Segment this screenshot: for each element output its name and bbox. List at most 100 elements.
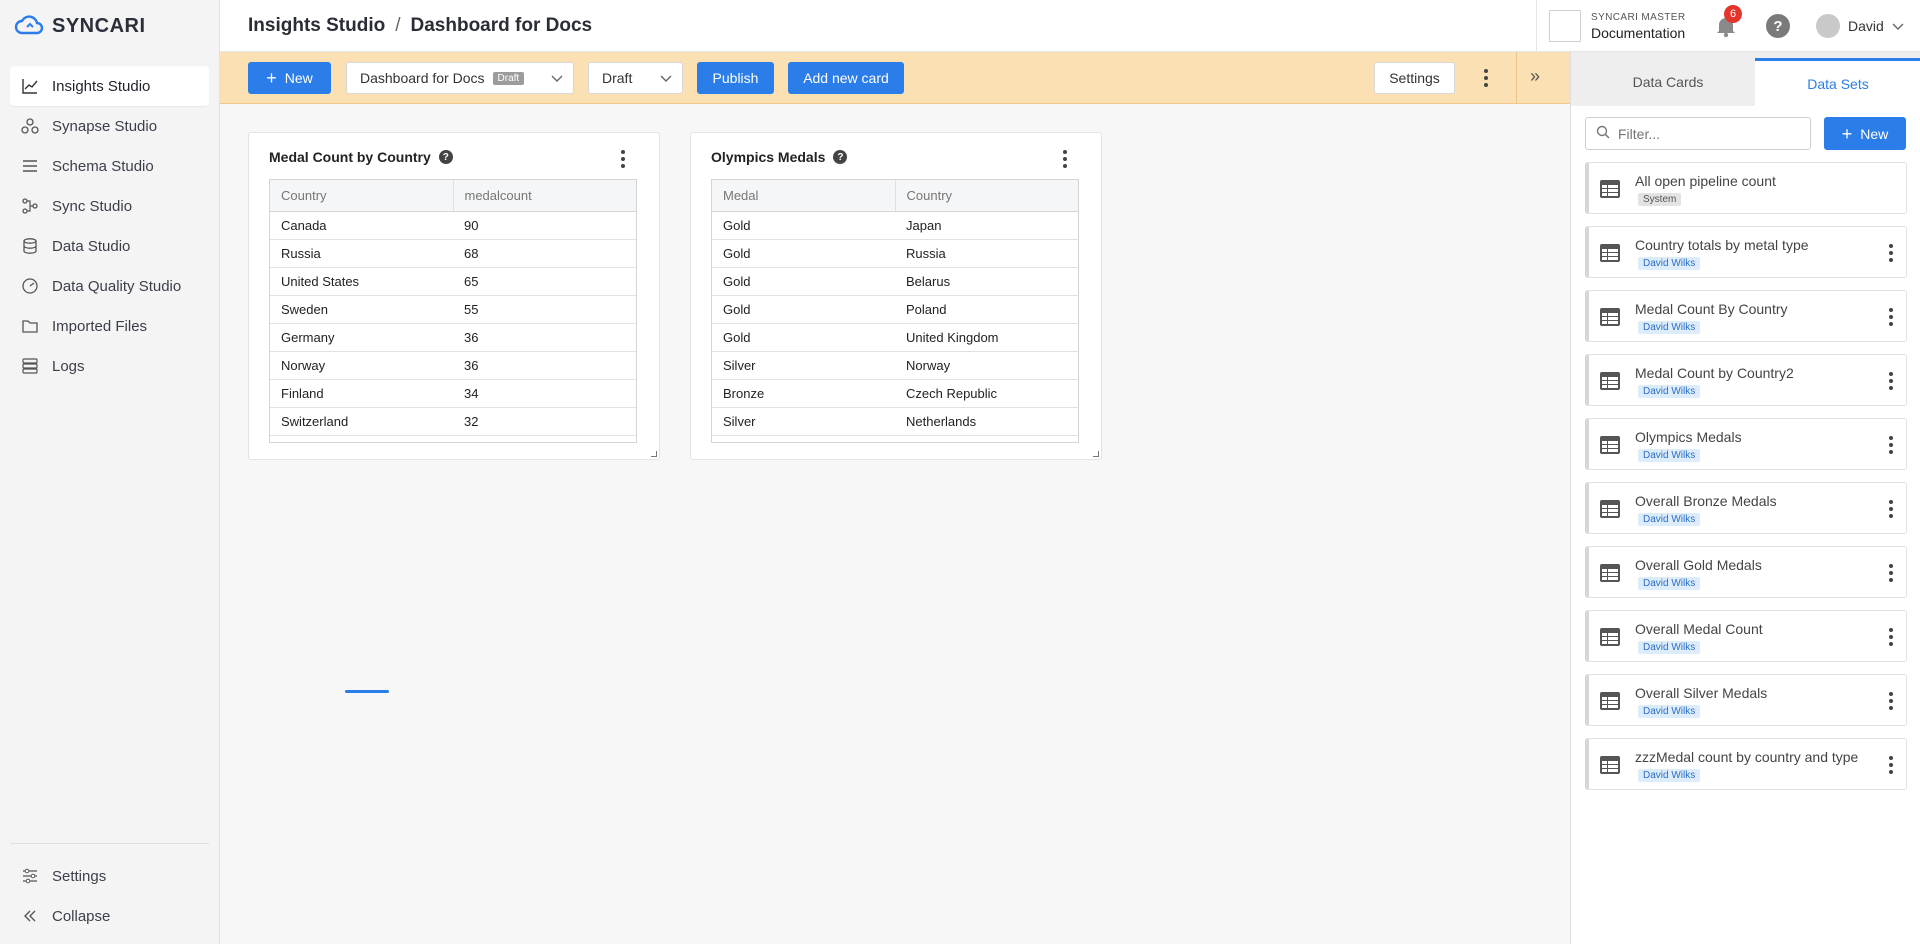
dataset-menu-icon[interactable] (1881, 305, 1901, 329)
dataset-menu-icon[interactable] (1881, 241, 1901, 265)
help-icon[interactable]: ? (438, 150, 453, 164)
dataset-list-item[interactable]: Olympics Medals David Wilks (1585, 418, 1907, 470)
plus-icon: + (1841, 123, 1853, 144)
sidebar-item-label: Insights Studio (52, 77, 151, 95)
table-row: Silver Netherlands (712, 408, 1078, 436)
tab-data-cards[interactable]: Data Cards (1585, 58, 1751, 106)
sidebar-item-data-studio[interactable]: Data Studio (10, 226, 209, 266)
sidebar-item-logs[interactable]: Logs (10, 346, 209, 386)
sidebar-item-collapse[interactable]: Collapse (10, 896, 209, 936)
column-header[interactable]: medalcount (454, 180, 637, 211)
card-menu-icon[interactable] (1055, 147, 1075, 171)
chevron-down-icon (551, 70, 563, 86)
table-cell: Gold (723, 218, 751, 233)
table-cell: 36 (464, 358, 479, 373)
dataset-list-item[interactable]: zzzMedal count by country and type David … (1585, 738, 1907, 790)
sidebar-item-settings[interactable]: Settings (10, 856, 209, 896)
column-header[interactable]: Medal (712, 180, 896, 211)
settings-button[interactable]: Settings (1374, 62, 1455, 94)
table-icon (1599, 434, 1621, 456)
user-name: David (1848, 18, 1884, 34)
help-icon[interactable]: ? (1766, 14, 1790, 38)
top-header: Insights Studio / Dashboard for Docs SYN… (220, 0, 1920, 52)
cloud-logo-icon (14, 14, 44, 39)
table-cell: Finland (281, 386, 324, 401)
expand-panel-icon[interactable]: » (1530, 66, 1540, 87)
table-cell: Germany (281, 330, 335, 345)
sidebar-item-insights-studio[interactable]: Insights Studio (10, 66, 209, 106)
filter-input[interactable] (1618, 125, 1788, 142)
table-cell: Gold (723, 302, 751, 317)
sidebar-item-schema-studio[interactable]: Schema Studio (10, 146, 209, 186)
tenant-switcher[interactable]: SYNCARI MASTER Documentation (1536, 0, 1686, 52)
sidebar-item-label: Collapse (52, 907, 111, 925)
add-new-card-button[interactable]: Add new card (788, 62, 904, 94)
table-row: Gold Japan (712, 212, 1078, 240)
sidebar-nav: Insights Studio Synapse Studio Schema St… (0, 66, 219, 386)
dashboard-canvas: Medal Count by Country ? Country medalco… (220, 104, 1570, 944)
dataset-list-item[interactable]: Overall Medal Count David Wilks (1585, 610, 1907, 662)
filter-field[interactable] (1585, 117, 1811, 150)
table-cell: Sweden (281, 302, 328, 317)
dataset-owner-tag: David Wilks (1638, 257, 1701, 270)
card-title: Medal Count by Country ? (269, 149, 453, 165)
brand-logo[interactable]: SYNCARI (0, 0, 219, 52)
dataset-menu-icon[interactable] (1881, 753, 1901, 777)
resize-handle[interactable] (1093, 451, 1099, 457)
dataset-list-item[interactable]: Medal Count By Country David Wilks (1585, 290, 1907, 342)
dataset-list-item[interactable]: Country totals by metal type David Wilks (1585, 226, 1907, 278)
breadcrumb-item[interactable]: Insights Studio (248, 15, 385, 37)
table-cell: Canada (281, 218, 327, 233)
sidebar-item-sync-studio[interactable]: Sync Studio (10, 186, 209, 226)
notification-badge: 6 (1724, 5, 1742, 23)
dataset-menu-icon[interactable] (1881, 625, 1901, 649)
dataset-list-item[interactable]: Overall Silver Medals David Wilks (1585, 674, 1907, 726)
dataset-list: All open pipeline count System Country tot… (1585, 162, 1907, 802)
dataset-menu-icon[interactable] (1881, 497, 1901, 521)
sidebar-item-data-quality-studio[interactable]: Data Quality Studio (10, 266, 209, 306)
table-cell: Russia (281, 246, 321, 261)
right-panel: Data Cards Data Sets + New All open pipe… (1570, 52, 1920, 944)
dataset-menu-icon[interactable] (1881, 689, 1901, 713)
new-dashboard-button[interactable]: + New (248, 62, 331, 94)
brand-name: SYNCARI (52, 14, 146, 37)
column-header[interactable]: Country (270, 180, 454, 211)
dataset-name: Overall Bronze Medals (1635, 493, 1777, 509)
table-icon (1599, 562, 1621, 584)
tab-data-sets[interactable]: Data Sets (1755, 58, 1920, 106)
sidebar-item-imported-files[interactable]: Imported Files (10, 306, 209, 346)
resize-handle[interactable] (651, 451, 657, 457)
dataset-menu-icon[interactable] (1881, 433, 1901, 457)
dataset-name: All open pipeline count (1635, 173, 1776, 189)
dashboard-select[interactable]: Dashboard for Docs Draft (346, 62, 574, 94)
help-icon[interactable]: ? (833, 150, 848, 164)
new-dataset-button[interactable]: + New (1824, 117, 1906, 150)
sidebar-item-synapse-studio[interactable]: Synapse Studio (10, 106, 209, 146)
card-menu-icon[interactable] (613, 147, 633, 171)
table-cell: 68 (464, 246, 479, 261)
status-select[interactable]: Draft (588, 62, 683, 94)
table-cell: Netherlands (906, 414, 977, 429)
dataset-owner-tag: David Wilks (1638, 705, 1701, 718)
avatar (1816, 14, 1840, 38)
data-card[interactable]: Olympics Medals ? Medal Country Gold Japa… (690, 132, 1102, 460)
status-select-value: Draft (602, 70, 633, 86)
data-card[interactable]: Medal Count by Country ? Country medalco… (248, 132, 660, 460)
table-cell: 90 (464, 218, 479, 233)
dataset-list-item[interactable]: Overall Bronze Medals David Wilks (1585, 482, 1907, 534)
table-icon (1599, 242, 1621, 264)
user-menu[interactable]: David (1816, 14, 1904, 38)
dataset-list-item[interactable]: All open pipeline count System (1585, 162, 1907, 214)
dataset-menu-icon[interactable] (1881, 369, 1901, 393)
dataset-list-item[interactable]: Overall Gold Medals David Wilks (1585, 546, 1907, 598)
card-title-text: Medal Count by Country (269, 149, 431, 165)
dashboard-select-value: Dashboard for Docs (360, 70, 485, 86)
more-options-icon[interactable] (1476, 66, 1496, 90)
publish-button[interactable]: Publish (697, 62, 774, 94)
draft-chip: Draft (492, 71, 525, 85)
dataset-list-item[interactable]: Medal Count by Country2 David Wilks (1585, 354, 1907, 406)
column-header[interactable]: Country (896, 180, 1079, 211)
dataset-menu-icon[interactable] (1881, 561, 1901, 585)
tenant-name: Documentation (1591, 24, 1686, 41)
card-title: Olympics Medals ? (711, 149, 848, 165)
